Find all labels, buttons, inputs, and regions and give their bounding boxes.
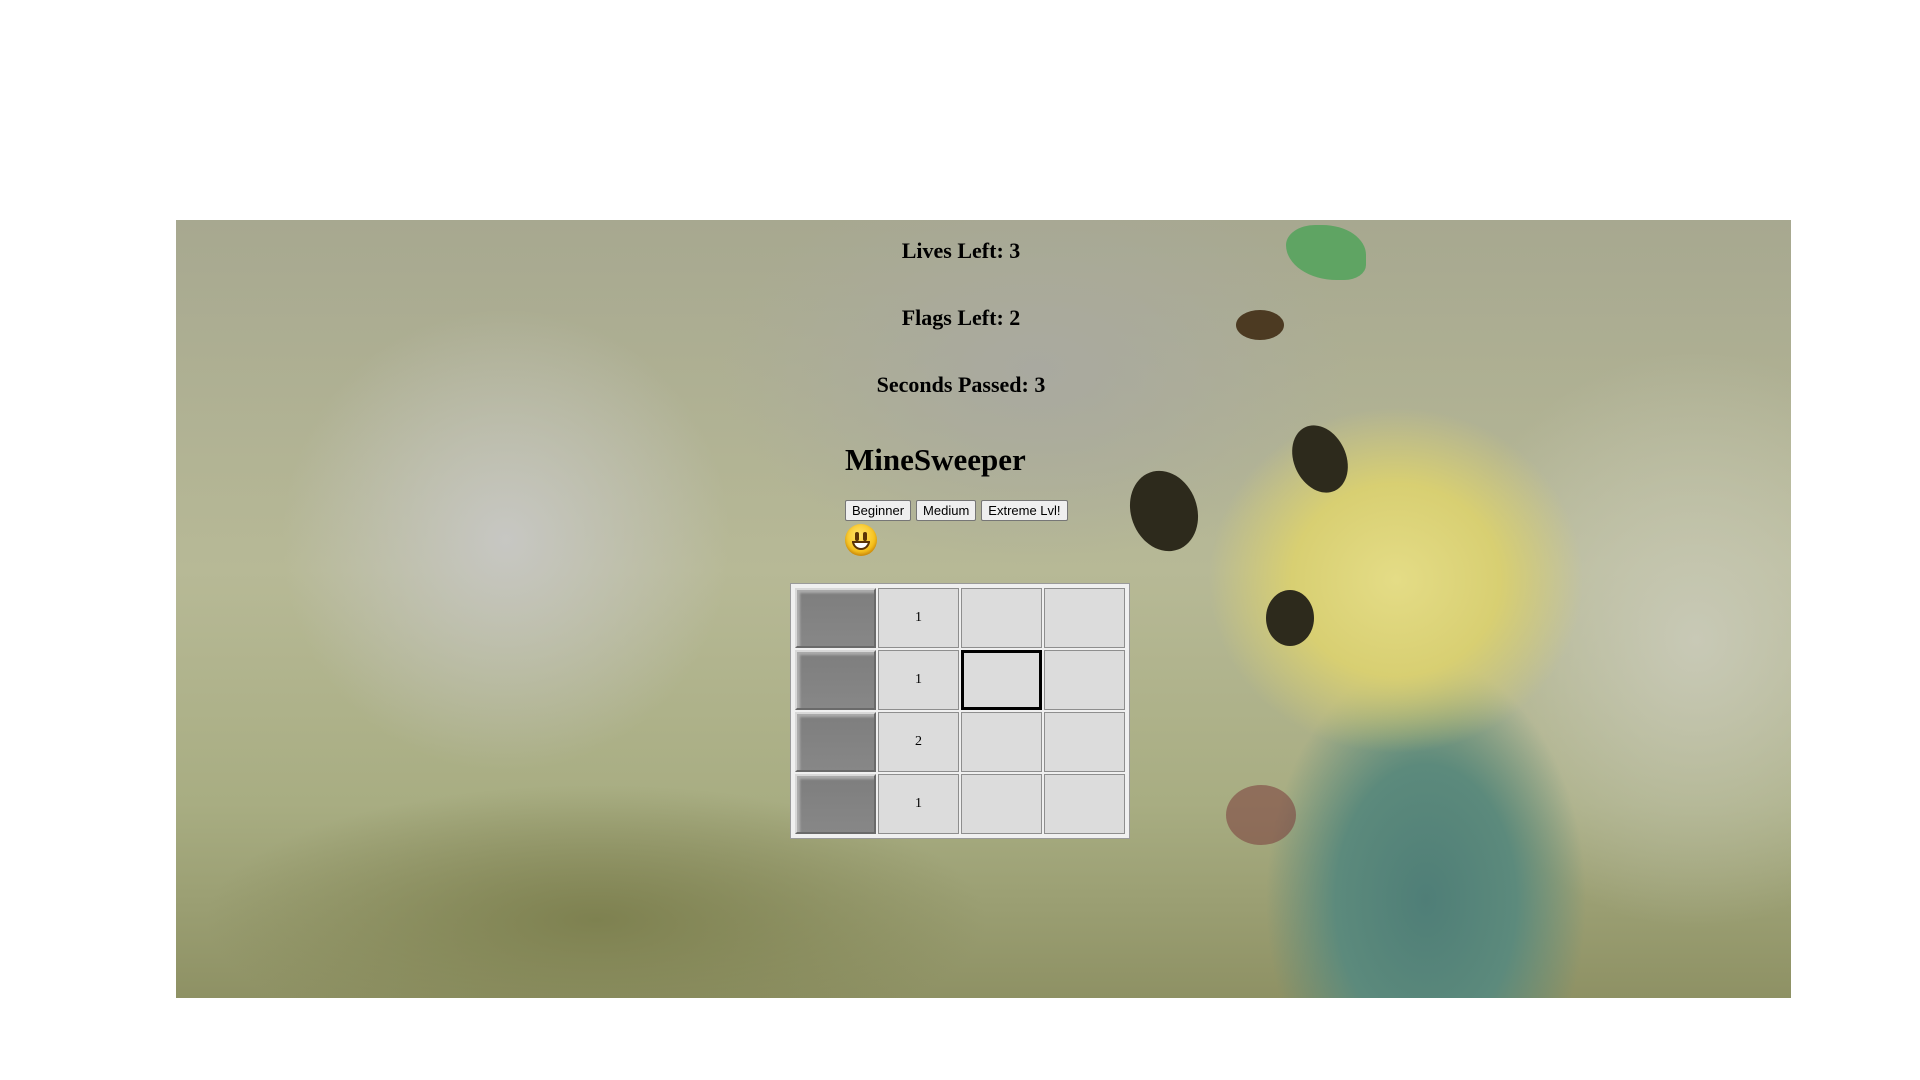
lives-left-label: Lives Left: 3 <box>901 238 1021 263</box>
board-cell[interactable] <box>795 774 876 834</box>
board-cell[interactable] <box>961 774 1042 834</box>
board-cell[interactable] <box>795 712 876 772</box>
board-cell[interactable]: 1 <box>878 774 959 834</box>
flags-left-label: Flags Left: 2 <box>901 305 1021 330</box>
board-cell[interactable] <box>1044 712 1125 772</box>
smiley-mouth <box>852 541 870 550</box>
medium-button[interactable]: Medium <box>916 500 977 521</box>
board-cell[interactable] <box>1044 774 1125 834</box>
board-cell[interactable] <box>1044 650 1125 710</box>
smiley-eye <box>855 532 859 541</box>
extreme-level-button[interactable]: Extreme Lvl! <box>981 500 1068 521</box>
board-cell[interactable] <box>795 650 876 710</box>
smiley-eye <box>863 532 867 541</box>
board-row: 1 <box>795 588 1125 648</box>
board-row: 1 <box>795 650 1125 710</box>
board-row: 1 <box>795 774 1125 834</box>
game-panel: Lives Left: 3 Flags Left: 2 Seconds Pass… <box>176 220 1791 998</box>
board-cell[interactable] <box>961 650 1042 710</box>
level-buttons: Beginner Medium Extreme Lvl! <box>845 500 1068 521</box>
board-cell[interactable] <box>961 588 1042 648</box>
board-row: 2 <box>795 712 1125 772</box>
board-cell[interactable] <box>795 588 876 648</box>
board-cell[interactable] <box>961 712 1042 772</box>
board-cell[interactable] <box>1044 588 1125 648</box>
board-cell[interactable]: 2 <box>878 712 959 772</box>
game-title: MineSweeper <box>845 442 1026 477</box>
minesweeper-board: 1121 <box>790 583 1130 839</box>
board-cell[interactable]: 1 <box>878 588 959 648</box>
smiley-face-icon[interactable] <box>845 524 877 556</box>
seconds-passed-label: Seconds Passed: 3 <box>876 372 1046 397</box>
beginner-button[interactable]: Beginner <box>845 500 912 521</box>
board-cell[interactable]: 1 <box>878 650 959 710</box>
